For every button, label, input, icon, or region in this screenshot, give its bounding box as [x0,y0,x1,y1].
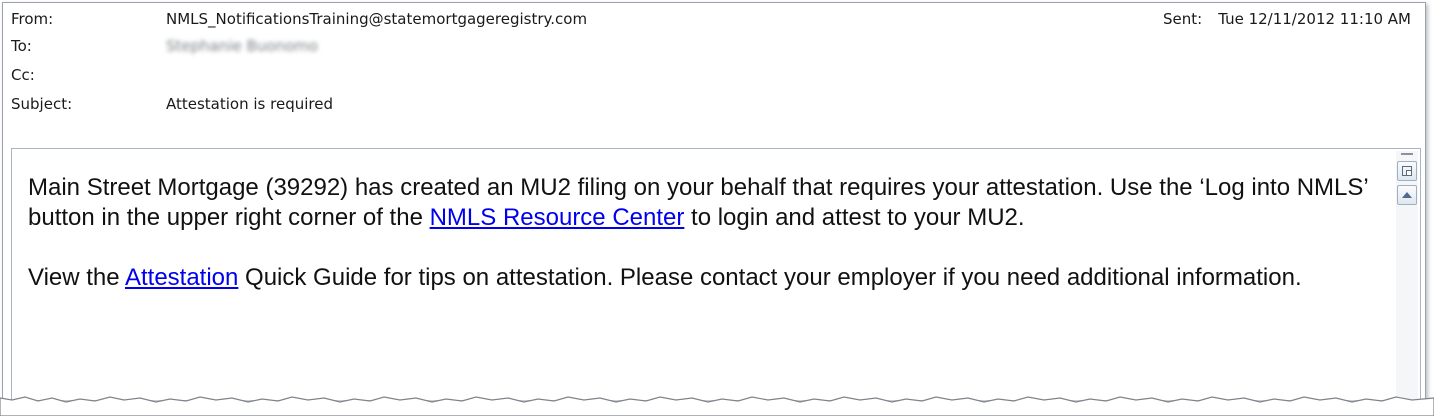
subject-row: Subject: Attestation is required [3,90,1425,118]
subject-value: Attestation is required [166,95,333,113]
nmls-resource-center-link[interactable]: NMLS Resource Center [430,204,685,231]
paragraph-2-text-b: Quick Guide for tips on attestation. Ple… [238,264,1302,291]
scroll-up-arrow-icon[interactable] [1397,185,1417,205]
paragraph-2-text-a: View the [28,264,125,291]
to-label: To: [11,37,32,55]
paragraph-2: View the Attestation Quick Guide for tip… [28,263,1368,293]
sent-field: Sent: Tue 12/11/2012 11:10 AM [1163,5,1411,33]
attestation-link[interactable]: Attestation [125,264,238,291]
from-row: From: NMLS_NotificationsTraining@statemo… [3,5,1425,33]
from-address[interactable]: NMLS_NotificationsTraining@statemortgage… [166,5,587,33]
to-row: To: Stephanie Buonomo [3,32,1425,60]
message-body: Main Street Mortgage (39292) has created… [11,148,1421,400]
view-toggle-icon[interactable] [1397,161,1417,181]
torn-edge [0,396,1434,416]
paragraph-1-text-b: to login and attest to your MU2. [684,204,1025,231]
sent-date: Tue 12/11/2012 11:10 AM [1218,10,1411,28]
subject-label: Subject: [11,95,73,113]
email-window: From: NMLS_NotificationsTraining@statemo… [2,2,1426,400]
paragraph-1: Main Street Mortgage (39292) has created… [28,173,1368,233]
email-header: From: NMLS_NotificationsTraining@statemo… [3,3,1425,148]
cc-label: Cc: [11,66,35,84]
to-recipient[interactable]: Stephanie Buonomo [166,32,318,60]
vertical-scrollbar[interactable] [1396,151,1418,400]
message-content: Main Street Mortgage (39292) has created… [28,173,1368,323]
scroll-grip-icon [1401,153,1413,155]
cc-row: Cc: [3,61,1425,89]
sent-label: Sent: [1162,10,1203,28]
from-label: From: [11,10,54,28]
